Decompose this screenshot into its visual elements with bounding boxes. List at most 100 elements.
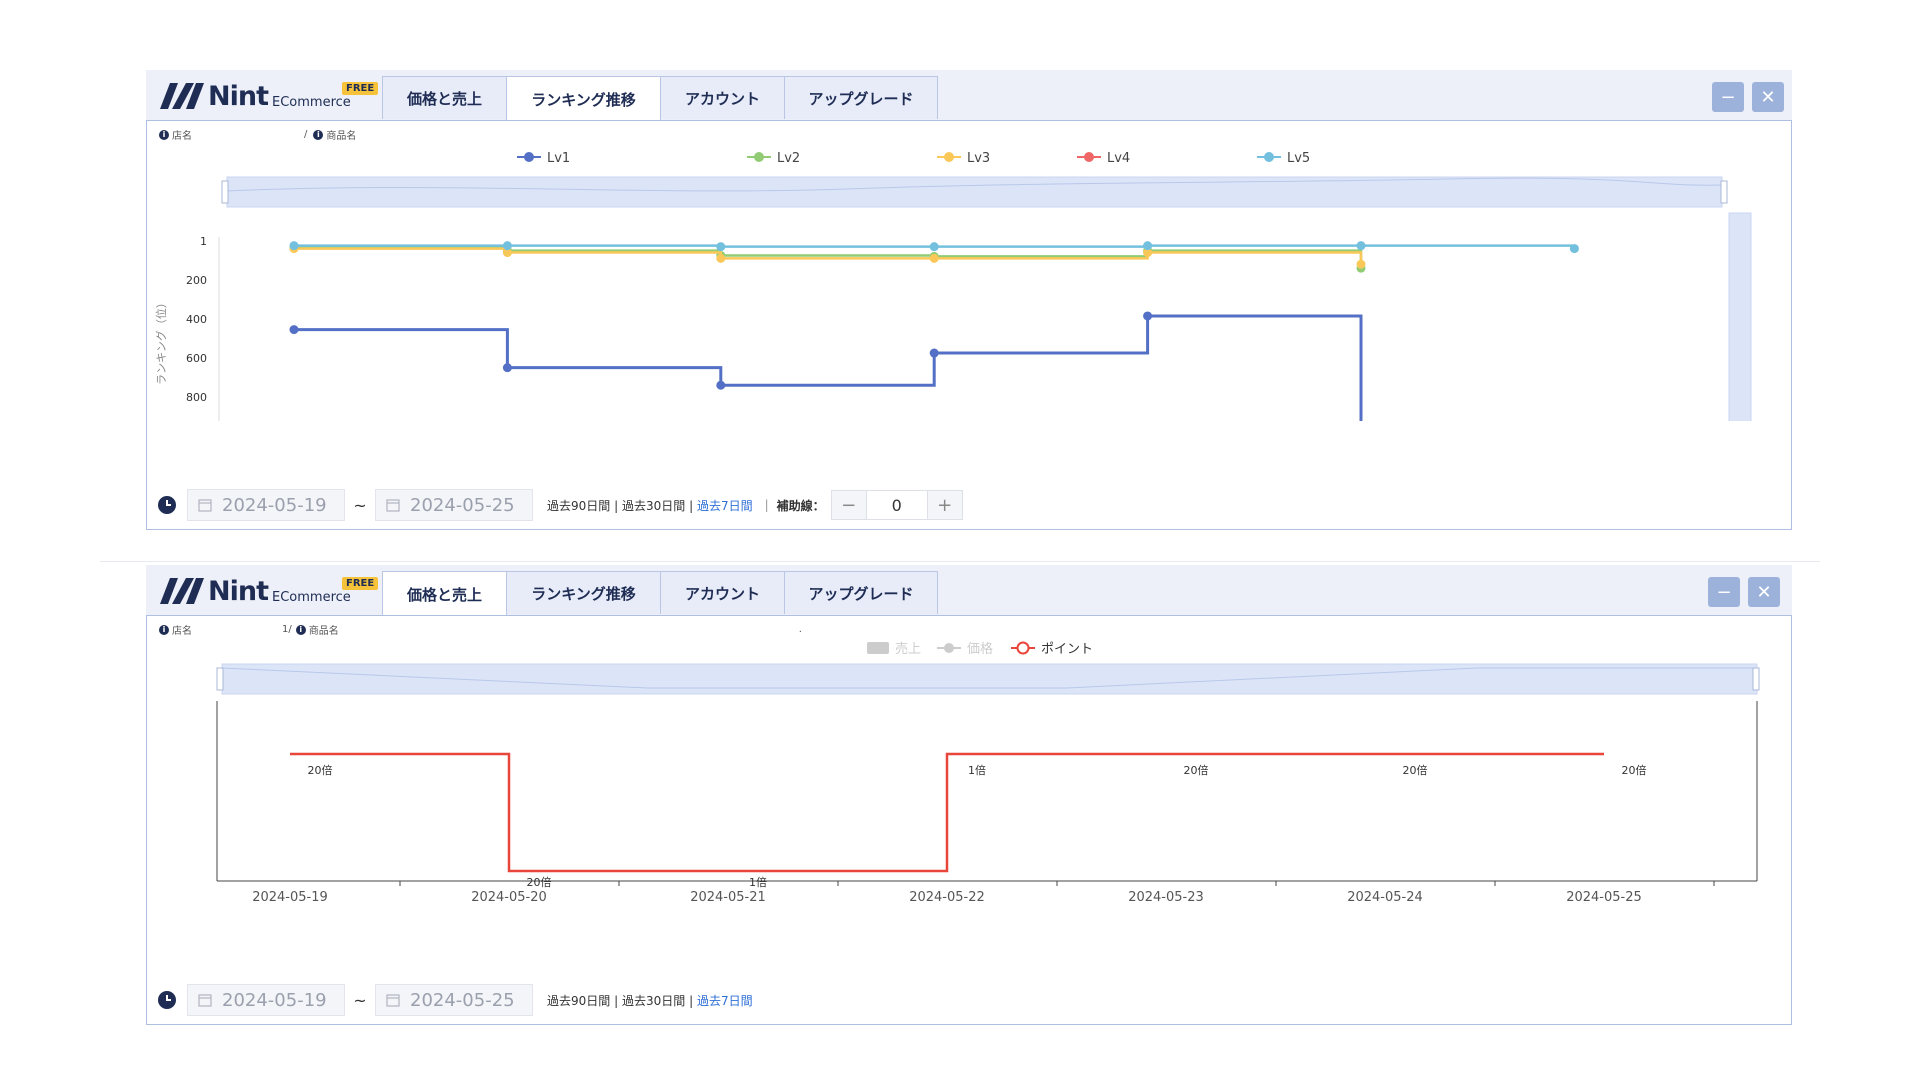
logo-subtext: ECommerce [272,590,351,605]
x-tick-label: 2024-05-25 [1566,890,1642,905]
date-range-bar: 2024-05-19 ~ 2024-05-25 過去90日間 | 過去30日間 … [157,984,753,1016]
legend-marker-lv5 [1264,152,1274,162]
period-presets: 過去90日間 | 過去30日間 | 過去7日間 [547,497,753,514]
legend-marker-lv4 [1084,152,1094,162]
logo-subtext: ECommerce [272,95,351,110]
panel-body: i 店名 1/ i 商品名 . 売上 価格 ポイント 2024-05-19 2024-0… [146,615,1792,1025]
legend-label-sales: 売上 [895,641,921,657]
end-date-value: 2024-05-25 [410,494,515,516]
period-90-days[interactable]: 過去90日間 [547,499,610,513]
data-point-lv5 [929,242,939,252]
tab-price-sales[interactable]: 価格と売上 [382,571,507,616]
tab-upgrade[interactable]: アップグレード [784,76,938,119]
y-tick-label: 800 [186,391,207,404]
period-30-days[interactable]: 過去30日間 [622,994,685,1008]
legend-marker-lv3 [944,152,954,162]
start-date-value: 2024-05-19 [222,494,327,516]
tab-account[interactable]: アカウント [660,571,785,614]
tab-bar: 価格と売上 ランキング推移 アカウント アップグレード [382,571,938,616]
legend-marker-point [1016,641,1030,655]
zoom-slider [226,176,1723,208]
free-badge: FREE [342,82,379,95]
zoom-handle-left [221,180,229,204]
clock-icon [158,991,176,1009]
zoom-handle-left [216,667,224,691]
data-point-lv3 [1356,259,1366,269]
aux-line-stepper: − 0 + [830,490,963,520]
legend-label-point: ポイント [1041,642,1093,657]
legend-label-lv5: Lv5 [1287,151,1310,166]
close-icon[interactable]: ✕ [1752,82,1784,112]
end-date-input[interactable]: 2024-05-25 [375,984,533,1016]
nint-logo-mark [160,578,204,604]
nint-logo[interactable]: Nint ECommerce FREE [160,77,390,117]
tab-price-sales[interactable]: 価格と売上 [382,76,507,119]
data-point-lv1 [716,380,726,390]
logo-text: Nint [208,576,269,607]
period-90-days[interactable]: 過去90日間 [547,994,610,1008]
price-sales-panel: Nint ECommerce FREE 価格と売上 ランキング推移 アカウント … [146,565,1792,1025]
divider [100,561,1820,562]
increment-button[interactable]: + [927,491,962,519]
nint-logo[interactable]: Nint ECommerce FREE [160,572,390,612]
data-label: 1倍 [968,763,986,777]
panel-header: Nint ECommerce FREE 価格と売上 ランキング推移 アカウント … [146,70,1792,121]
y-tick-label: 600 [186,352,207,365]
tab-account[interactable]: アカウント [660,76,785,119]
logo-text: Nint [208,81,269,112]
period-30-days[interactable]: 過去30日間 [622,499,685,513]
nint-logo-mark [160,83,204,109]
tab-ranking[interactable]: ランキング推移 [506,571,661,614]
x-tick-label: 2024-05-21 [690,890,766,905]
period-7-days[interactable]: 過去7日間 [697,499,753,513]
period-7-days[interactable]: 過去7日間 [697,994,753,1008]
tab-upgrade[interactable]: アップグレード [784,571,938,614]
minimize-icon[interactable]: − [1708,577,1740,607]
calendar-icon [386,994,400,1007]
panel-header: Nint ECommerce FREE 価格と売上 ランキング推移 アカウント … [146,565,1792,616]
data-label: 20倍 [527,875,552,889]
start-date-value: 2024-05-19 [222,989,327,1011]
data-label: 20倍 [308,763,333,777]
y-axis-label: ランキング（位） [154,297,168,385]
data-point-lv3 [716,253,726,263]
data-point-lv1 [289,325,299,335]
x-tick-label: 2024-05-19 [252,890,328,905]
legend-label-lv2: Lv2 [777,151,800,166]
y-zoom-slider [1728,212,1752,421]
aux-line-value[interactable]: 0 [865,491,928,519]
point-chart: 売上 価格 ポイント 2024-05-19 2024-05-20 2024-05-21 20… [216,641,1760,905]
tab-ranking[interactable]: ランキング推移 [506,76,661,121]
data-point-lv5 [1356,241,1366,251]
ranking-chart: Lv1Lv2Lv3Lv4Lv512004006008001,000ランキング（位… [154,151,1752,421]
decrement-button[interactable]: − [831,491,866,519]
aux-line-label: 補助線： [776,498,825,513]
end-date-input[interactable]: 2024-05-25 [375,489,533,521]
start-date-input[interactable]: 2024-05-19 [187,489,345,521]
legend-label-lv3: Lv3 [967,151,990,166]
data-point-lv3 [929,253,939,263]
close-icon[interactable]: ✕ [1748,577,1780,607]
x-tick-label: 2024-05-24 [1347,890,1423,905]
period-separator: | [614,498,619,513]
data-label: 20倍 [1184,763,1209,777]
end-date-value: 2024-05-25 [410,989,515,1011]
panel-body: i 店名 / i 商品名 Lv1 Lv2 Lv3 Lv4 Lv5 1 200 400 600 80… [146,120,1792,530]
legend-marker-lv1 [524,152,534,162]
data-point-lv1 [502,363,512,373]
y-tick-label: 400 [186,313,207,326]
y-tick-label: 200 [186,274,207,287]
period-separator: | [689,498,694,513]
legend-marker-lv2 [754,152,764,162]
minimize-icon[interactable]: − [1712,82,1744,112]
data-label: 1倍 [749,875,767,889]
aux-line-control: | 補助線： − 0 + [765,490,963,520]
zoom-handle-right [1752,667,1760,691]
calendar-icon [386,499,400,512]
calendar-icon [198,994,212,1007]
data-point-lv5 [716,242,726,252]
start-date-input[interactable]: 2024-05-19 [187,984,345,1016]
legend-marker-sales [867,642,889,654]
data-point-lv1 [929,348,939,358]
period-presets: 過去90日間 | 過去30日間 | 過去7日間 [547,992,753,1009]
